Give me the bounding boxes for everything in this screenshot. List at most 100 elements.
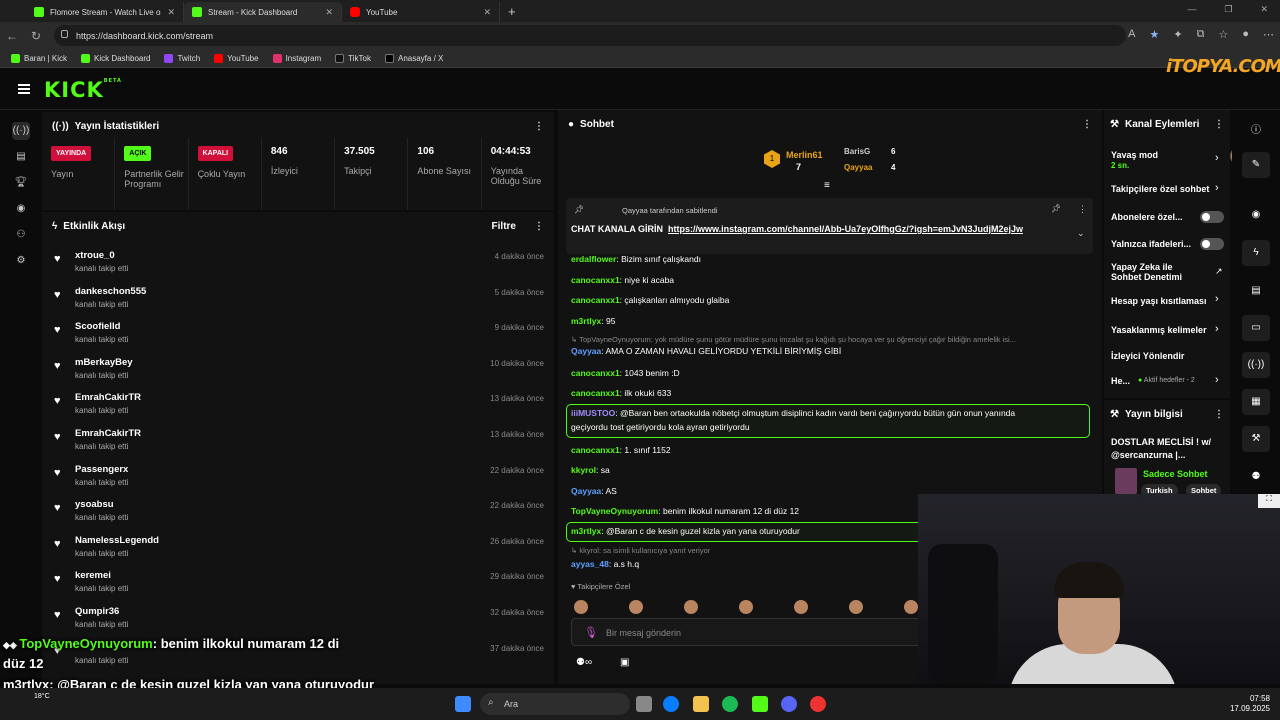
- activity-item[interactable]: ♥ xtroue_0 kanalı takip etti 4 dakika önce: [42, 248, 554, 284]
- panel-menu-icon[interactable]: ⋮: [534, 121, 544, 132]
- chat-username[interactable]: ayyas_48: [571, 559, 609, 569]
- banned-words-item[interactable]: Yasaklanmış kelimeler: [1111, 325, 1207, 335]
- minimize-icon[interactable]: —: [1187, 4, 1196, 15]
- windows-start-icon[interactable]: [455, 696, 471, 712]
- emote-icon[interactable]: [684, 600, 698, 614]
- chat-username[interactable]: Qayyaa: [571, 346, 601, 356]
- chat-message[interactable]: canocanxx1: çalışkanları almıyodu glaiba: [571, 295, 729, 305]
- activity-item[interactable]: ♥ ysoabsu kanalı takip etti 22 dakika önce: [42, 497, 554, 533]
- close-tab-icon[interactable]: ✕: [325, 7, 333, 18]
- new-tab-button[interactable]: +: [508, 2, 516, 22]
- kick-app-icon[interactable]: [752, 696, 768, 712]
- split-icon[interactable]: ⧉: [1197, 28, 1205, 41]
- file-explorer-icon[interactable]: [693, 696, 709, 712]
- bookmark-tiktok[interactable]: TikTok: [330, 53, 376, 63]
- dashboard-icon[interactable]: ▤: [12, 148, 30, 166]
- activity-item[interactable]: ♥ Qumpir36 kanalı takip etti 32 dakika önce: [42, 604, 554, 640]
- url-field[interactable]: https://dashboard.kick.com/stream: [54, 25, 1126, 46]
- chat-username[interactable]: canocanxx1: [571, 295, 620, 305]
- camera-icon[interactable]: ◉: [12, 200, 30, 218]
- goals-item[interactable]: He...: [1111, 376, 1130, 386]
- emote-icon[interactable]: [849, 600, 863, 614]
- system-clock[interactable]: 07:58 17.09.2025: [1228, 694, 1270, 714]
- bookmark-instagram[interactable]: Instagram: [268, 53, 327, 63]
- chat-message[interactable]: canocanxx1: niye ki acaba: [571, 275, 674, 285]
- wrench-icon[interactable]: ⚒: [1242, 426, 1270, 452]
- lightning-icon[interactable]: ϟ: [1242, 240, 1270, 266]
- ai-moderation-item[interactable]: Yapay Zeka ile Sohbet Denetimi: [1111, 262, 1201, 282]
- chevron-right-icon[interactable]: ›: [1215, 182, 1219, 194]
- follower-name[interactable]: Qumpir36: [75, 606, 119, 617]
- bookmark-twitch[interactable]: Twitch: [159, 53, 205, 63]
- follower-name[interactable]: mBerkayBey: [75, 357, 133, 368]
- emote-picker-icon[interactable]: ⚉∞: [576, 657, 592, 668]
- task-view-icon[interactable]: [636, 696, 652, 712]
- tab-kick-dashboard[interactable]: Stream - Kick Dashboard ✕: [184, 2, 342, 22]
- panel-menu-icon[interactable]: ⋮: [1082, 119, 1092, 130]
- leaderboard-name[interactable]: Merlin61: [786, 150, 823, 160]
- reload-icon[interactable]: ↻: [24, 29, 48, 43]
- category-thumbnail[interactable]: [1115, 468, 1137, 494]
- activity-item[interactable]: ♥ Scoofielld kanalı takip etti 9 dakika önc…: [42, 319, 554, 355]
- activity-item[interactable]: ♥ keremei kanalı takip etti 29 dakika önce: [42, 568, 554, 604]
- chat-message[interactable]: Qayyaa: AS: [571, 486, 617, 496]
- read-aloud-icon[interactable]: A: [1128, 28, 1135, 41]
- chat-username[interactable]: TopVayneOynuyorum: [571, 506, 658, 516]
- emote-icon[interactable]: [629, 600, 643, 614]
- activity-item[interactable]: ♥ dankeschon555 kanalı takip etti 5 dakika …: [42, 284, 554, 320]
- expand-leaderboard-icon[interactable]: ≡: [824, 180, 830, 191]
- collections-icon[interactable]: ☆: [1218, 28, 1228, 41]
- follower-name[interactable]: EmrahCakirTR: [75, 428, 141, 439]
- spotify-icon[interactable]: [722, 696, 738, 712]
- profile-icon[interactable]: ●: [1242, 28, 1249, 41]
- chat-message[interactable]: canocanxx1: 1. sınıf 1152: [571, 445, 671, 455]
- leaderboard-name[interactable]: Qayyaa: [844, 163, 872, 172]
- pinned-link[interactable]: https://www.instagram.com/channel/Abb-Ua…: [668, 224, 1023, 234]
- activity-item[interactable]: ♥ EmrahCakirTR kanalı takip etti 13 dakika …: [42, 390, 554, 426]
- chat-message[interactable]: erdalflower: Bizim sınıf çalışkandı: [571, 254, 701, 264]
- expand-icon[interactable]: ⛶: [1258, 494, 1280, 508]
- activity-item[interactable]: ♥ NamelessLegendd kanalı takip etti 26 daki…: [42, 533, 554, 569]
- panel-menu-icon[interactable]: ⋮: [1214, 409, 1224, 420]
- extensions-icon[interactable]: ✦: [1173, 28, 1182, 41]
- edit-icon[interactable]: ✎: [1242, 152, 1270, 178]
- chat-username[interactable]: canocanxx1: [571, 368, 620, 378]
- emote-icon[interactable]: [739, 600, 753, 614]
- close-tab-icon[interactable]: ✕: [167, 7, 175, 18]
- chat-bubble-icon[interactable]: ▭: [1242, 315, 1270, 341]
- maximize-icon[interactable]: ❐: [1224, 4, 1232, 15]
- follower-name[interactable]: EmrahCakirTR: [75, 392, 141, 403]
- chat-message[interactable]: TopVayneOynuyorum: benim ilkokul numaram…: [571, 506, 799, 516]
- pinned-menu-icon[interactable]: ⋮: [1078, 204, 1087, 215]
- back-icon[interactable]: ←: [0, 29, 24, 43]
- edge-icon[interactable]: [663, 696, 679, 712]
- chat-username[interactable]: Qayyaa: [571, 486, 601, 496]
- chat-message[interactable]: iiiMUSTOO: @Baran ben ortaokulda nöbetçi…: [571, 408, 1015, 418]
- unpin-icon[interactable]: 📌︎: [1051, 204, 1061, 213]
- raid-item[interactable]: İzleyici Yönlendir: [1111, 351, 1184, 361]
- settings-gear-icon[interactable]: ⚙: [12, 252, 30, 270]
- broadcast-icon[interactable]: ((·)): [1242, 352, 1270, 378]
- emote-icon[interactable]: [904, 600, 918, 614]
- activity-item[interactable]: ♥ Passengerx kanalı takip etti 22 dakika ön…: [42, 462, 554, 498]
- chevron-right-icon[interactable]: ›: [1215, 374, 1219, 386]
- bookmark-x[interactable]: Anasayfa / X: [380, 53, 448, 63]
- chat-message[interactable]: canocanxx1: ilk okuki 633: [571, 388, 671, 398]
- share-icon[interactable]: ⚉: [1242, 464, 1270, 490]
- follower-name[interactable]: Scoofielld: [75, 321, 120, 332]
- info-icon[interactable]: ⓘ: [1242, 118, 1270, 144]
- chevron-right-icon[interactable]: ›: [1215, 323, 1219, 335]
- activity-item[interactable]: ♥ EmrahCakirTR kanalı takip etti 13 dakika …: [42, 426, 554, 462]
- microphone-icon[interactable]: 🎙︎: [584, 626, 598, 639]
- gift-icon[interactable]: ▣: [620, 657, 629, 668]
- panel-menu-icon[interactable]: ⋮: [534, 221, 544, 232]
- follower-name[interactable]: dankeschon555: [75, 286, 146, 297]
- chat-message-input[interactable]: 🎙︎ Bir mesaj gönderin: [571, 618, 931, 646]
- favorite-star-icon[interactable]: ★: [1150, 28, 1160, 41]
- filter-button[interactable]: Filtre: [492, 221, 516, 232]
- external-link-icon[interactable]: ↗: [1215, 266, 1223, 277]
- activity-item[interactable]: ♥ mBerkayBey kanalı takip etti 10 dakika ön…: [42, 355, 554, 391]
- chevron-down-icon[interactable]: ⌄: [1077, 228, 1085, 239]
- bookmark-kick-dashboard[interactable]: Kick Dashboard: [76, 53, 155, 63]
- close-tab-icon[interactable]: ✕: [483, 7, 491, 18]
